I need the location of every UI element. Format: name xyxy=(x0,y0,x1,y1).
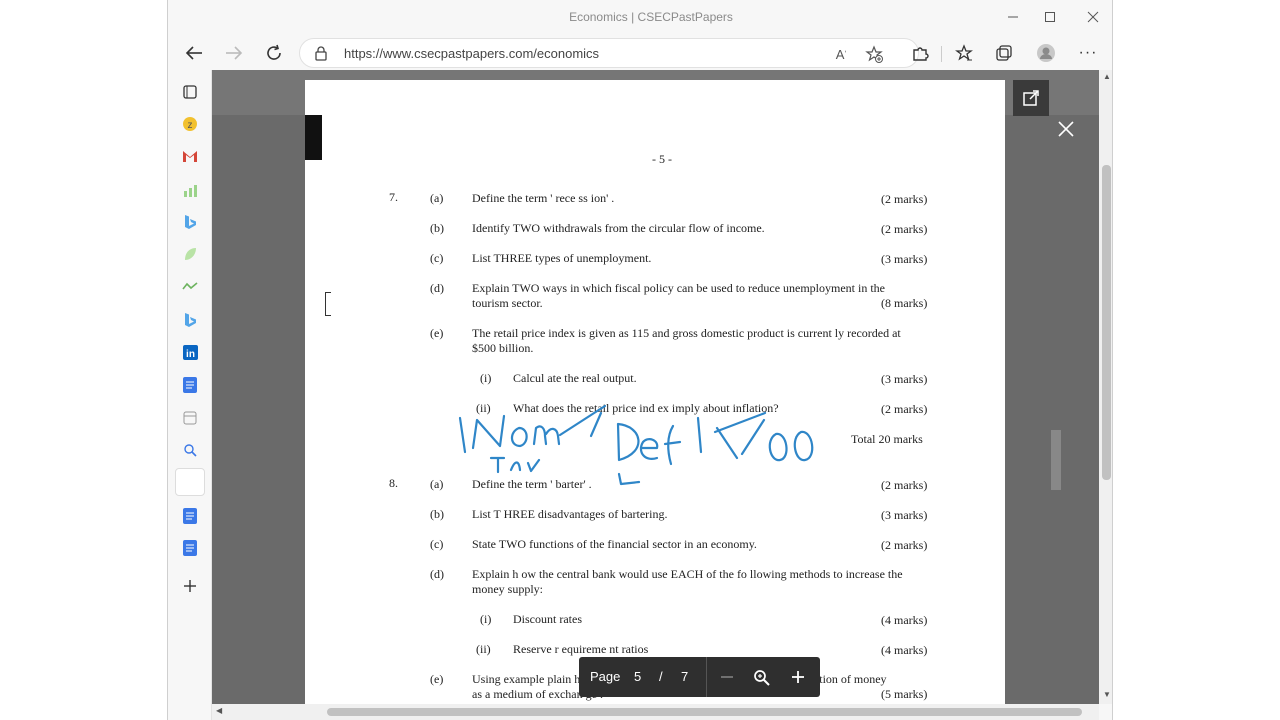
svg-text:z: z xyxy=(188,120,193,131)
favorites-icon xyxy=(955,44,973,61)
desktop: Economics | CSECPastPapers https://www.c… xyxy=(0,0,1280,720)
chart-icon[interactable] xyxy=(180,180,200,200)
extensions-button[interactable] xyxy=(904,38,936,68)
minimize-icon[interactable] xyxy=(1003,8,1023,28)
more-icon: ··· xyxy=(1078,44,1098,61)
zotero-icon[interactable]: z xyxy=(180,114,200,134)
docs-icon[interactable] xyxy=(180,506,200,526)
read-aloud-icon[interactable]: Aʼ xyxy=(830,43,852,65)
back-arrow-icon xyxy=(185,46,202,60)
toolbar-divider xyxy=(941,46,942,62)
collections-button[interactable] xyxy=(988,38,1020,68)
forward-button[interactable] xyxy=(218,38,250,68)
fit-zoom-button[interactable] xyxy=(751,667,773,689)
add-favorite-icon[interactable] xyxy=(863,43,885,65)
page-separator: / xyxy=(659,669,663,684)
ink-annotation xyxy=(458,404,814,486)
zoom-in-button[interactable] xyxy=(788,667,808,687)
browser-sidebar: z in xyxy=(168,70,212,720)
leaf-icon[interactable] xyxy=(180,244,200,264)
magnifier-icon xyxy=(754,670,770,686)
more-menu-button[interactable]: ··· xyxy=(1072,38,1104,68)
vertical-scrollbar[interactable]: ▲ ▼ xyxy=(1099,70,1112,704)
add-icon[interactable] xyxy=(180,576,200,596)
plus-icon xyxy=(792,671,804,683)
minus-icon xyxy=(721,676,733,678)
refresh-icon xyxy=(267,44,281,60)
blank-icon[interactable] xyxy=(175,468,205,496)
popout-button[interactable] xyxy=(1013,80,1049,116)
calendar-icon[interactable] xyxy=(180,407,200,427)
gmail-icon[interactable] xyxy=(180,146,200,166)
search-icon[interactable] xyxy=(180,440,200,460)
maximize-icon[interactable] xyxy=(1040,8,1060,28)
lock-icon xyxy=(314,45,328,66)
viewer-scroll-thumb[interactable] xyxy=(1051,430,1061,490)
scroll-left-icon[interactable]: ◀ xyxy=(216,706,222,715)
signal-icon[interactable] xyxy=(180,276,200,296)
pdf-viewer: - 5 - 7. (a) Define the term ' rece ss i… xyxy=(212,70,1099,704)
collections-icon xyxy=(996,45,1012,61)
pdf-page: - 5 - 7. (a) Define the term ' rece ss i… xyxy=(305,80,1005,704)
browser-window: Economics | CSECPastPapers https://www.c… xyxy=(167,0,1113,720)
window-title: Economics | CSECPastPapers xyxy=(569,10,733,24)
tabs-icon[interactable] xyxy=(180,82,200,102)
docs-icon[interactable] xyxy=(180,375,200,395)
bing-icon[interactable] xyxy=(180,310,200,330)
total-pages: 7 xyxy=(681,669,689,684)
puzzle-icon xyxy=(913,47,929,61)
forward-arrow-icon xyxy=(226,46,243,60)
url-text: https://www.csecpastpapers.com/economics xyxy=(344,46,600,61)
close-viewer-button[interactable] xyxy=(1057,120,1075,143)
profile-button[interactable] xyxy=(1030,38,1062,68)
current-page-input[interactable]: 5 xyxy=(634,669,641,684)
horizontal-scrollbar[interactable]: ◀ xyxy=(212,704,1099,720)
hscrollbar-thumb[interactable] xyxy=(327,708,1082,716)
avatar-icon xyxy=(1037,44,1055,62)
scroll-down-icon[interactable]: ▼ xyxy=(1103,690,1111,699)
page-label: Page xyxy=(590,669,621,684)
toolbar-divider xyxy=(706,657,707,697)
open-external-icon xyxy=(1023,90,1039,106)
browser-toolbar: https://www.csecpastpapers.com/economics… xyxy=(168,36,1112,70)
docs-icon[interactable] xyxy=(180,538,200,558)
title-bar: Economics | CSECPastPapers xyxy=(168,0,1112,36)
close-icon xyxy=(1058,121,1074,137)
svg-text:in: in xyxy=(186,349,195,360)
linkedin-icon[interactable]: in xyxy=(180,342,200,362)
favorites-button[interactable] xyxy=(948,38,980,68)
scroll-up-icon[interactable]: ▲ xyxy=(1103,72,1111,81)
bing-icon[interactable] xyxy=(180,212,200,232)
zoom-out-button[interactable] xyxy=(717,667,737,687)
close-icon[interactable] xyxy=(1083,8,1103,28)
pdf-page-toolbar: Page 5 / 7 xyxy=(579,657,820,697)
address-bar[interactable]: https://www.csecpastpapers.com/economics… xyxy=(299,38,919,68)
refresh-button[interactable] xyxy=(258,38,290,68)
scrollbar-thumb[interactable] xyxy=(1102,165,1111,480)
back-button[interactable] xyxy=(178,38,210,68)
